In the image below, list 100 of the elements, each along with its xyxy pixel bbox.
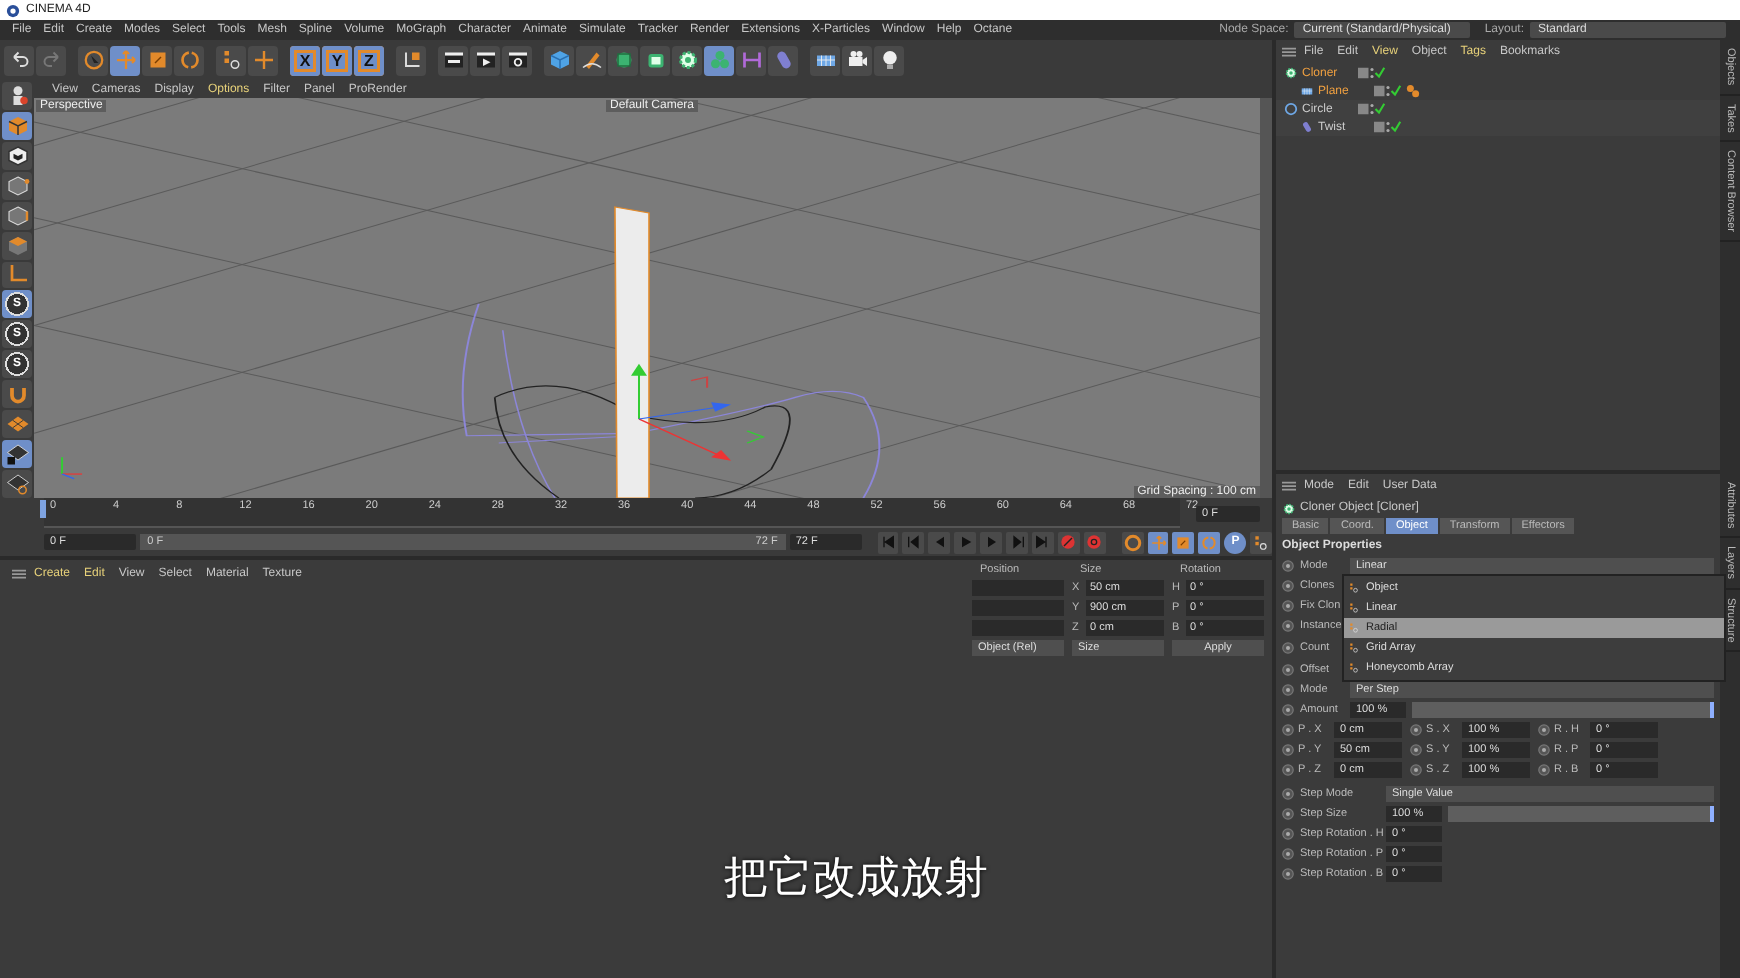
camera-tool-button[interactable]: [842, 45, 872, 75]
coordinates-tool-button[interactable]: [396, 45, 426, 75]
keyframe-dot-icon[interactable]: [1282, 744, 1294, 756]
keyframe-dot-icon[interactable]: [1282, 642, 1294, 654]
capsule-icon: [1300, 120, 1314, 134]
recent-tool-button[interactable]: [216, 45, 246, 75]
subdivision-tool-button[interactable]: [608, 45, 638, 75]
polygons-mode-button[interactable]: [2, 231, 32, 260]
capsule-tool-button[interactable]: [768, 45, 798, 75]
menu-icon[interactable]: [12, 567, 26, 579]
rotate-icon: [1200, 533, 1219, 551]
capsule-icon: [771, 48, 795, 72]
cube-tool-button[interactable]: [544, 45, 574, 75]
keyframe-dot-icon[interactable]: [1538, 764, 1550, 776]
clapperboard-gear-icon: [505, 48, 529, 72]
visibility-toggles-icon[interactable]: [1358, 102, 1386, 116]
magnet-icon: [5, 382, 29, 407]
cube-icon: [547, 48, 571, 72]
grid-lock-icon: [5, 442, 29, 467]
recent-tools-icon: [219, 48, 243, 72]
clapperboard-icon: [441, 48, 465, 72]
move-icon: [1149, 533, 1167, 551]
gear-cube-icon: [1284, 66, 1298, 80]
world-axis-icon: [61, 456, 83, 480]
record-button[interactable]: [1057, 531, 1080, 553]
slider[interactable]: [1448, 806, 1714, 822]
keyframe-dot-icon[interactable]: [1538, 724, 1550, 736]
gear-cube-icon: [675, 48, 699, 72]
menu-icon[interactable]: [1282, 46, 1296, 58]
clapperboard-play-icon: [473, 48, 497, 72]
undo-tool-button[interactable]: [4, 45, 34, 75]
axis-mode-mode-button[interactable]: [2, 261, 32, 289]
rotate-tool-button[interactable]: [174, 45, 204, 75]
visibility-toggles-icon[interactable]: [1374, 84, 1402, 98]
spheres-cluster-icon: [707, 48, 731, 72]
keyframe-dot-icon[interactable]: [1282, 684, 1294, 696]
keyframe-dot-icon[interactable]: [1282, 580, 1294, 592]
menu-icon[interactable]: [1282, 480, 1296, 492]
keyframe-dot-icon[interactable]: [1410, 764, 1422, 776]
extrude-tool-button[interactable]: [640, 45, 670, 75]
floor-grid-icon: [1300, 84, 1314, 98]
record-icon: [1060, 534, 1077, 550]
keyframe-dot-icon[interactable]: [1282, 788, 1294, 800]
keyframe-dot-icon[interactable]: [1282, 848, 1294, 860]
magnet-mode-button[interactable]: [2, 380, 32, 409]
clapper-tool-button[interactable]: [438, 45, 468, 75]
visibility-toggles-icon[interactable]: [1374, 120, 1402, 134]
undo-icon: [7, 48, 31, 72]
keyframe-dot-icon[interactable]: [1282, 704, 1294, 716]
add-tool-button[interactable]: [248, 45, 278, 75]
axis-lock-button[interactable]: X: [290, 45, 320, 75]
keyframe-dot-icon[interactable]: [1410, 724, 1422, 736]
keyframe-dot-icon[interactable]: [1282, 724, 1294, 736]
keyframe-dot-icon[interactable]: [1282, 600, 1294, 612]
grid-mode-button[interactable]: [2, 469, 32, 498]
checker-cube-icon: [5, 143, 29, 168]
tag-icon[interactable]: [1406, 84, 1420, 98]
recent-tools-icon: [1348, 622, 1360, 634]
axis-lock-button[interactable]: Z: [354, 45, 384, 75]
recent-tools-icon: [1348, 662, 1360, 674]
array-tool-button[interactable]: [672, 45, 702, 75]
sphere-cage-icon: [611, 48, 635, 72]
axis-lock-button[interactable]: Y: [322, 45, 352, 75]
texture-mode-button[interactable]: [2, 141, 32, 170]
figure-mode-button[interactable]: [2, 82, 32, 110]
keyframe-dot-icon[interactable]: [1282, 764, 1294, 776]
cloner-tool-button[interactable]: [704, 45, 734, 75]
autokey-button[interactable]: [1083, 531, 1106, 553]
bend-tool-button[interactable]: [736, 45, 766, 75]
points-mode-button[interactable]: [2, 171, 32, 200]
keyframe-dot-icon[interactable]: [1538, 744, 1550, 756]
keyframe-dot-icon[interactable]: [1410, 744, 1422, 756]
key-rotation-button[interactable]: [1121, 531, 1144, 553]
clapper-play-tool-button[interactable]: [470, 45, 500, 75]
next-frame-icon: [983, 534, 1000, 550]
model-mode-button[interactable]: [2, 111, 32, 140]
key-rotate-button[interactable]: [1198, 531, 1221, 553]
keyframe-dot-icon[interactable]: [1282, 664, 1294, 676]
key-position-button[interactable]: [1147, 531, 1169, 553]
visibility-toggles-icon[interactable]: [1358, 66, 1386, 80]
keyframe-dot-icon[interactable]: [1282, 868, 1294, 880]
light-tool-button[interactable]: [874, 45, 904, 75]
move-tool-button[interactable]: [110, 45, 140, 75]
keyframe-dot-icon[interactable]: [1282, 560, 1294, 572]
edges-mode-button[interactable]: [2, 201, 32, 230]
workplane-mode-button[interactable]: [2, 410, 32, 439]
live-select-tool-button[interactable]: [78, 45, 108, 75]
floor-tool-button[interactable]: [810, 45, 840, 75]
pen-tool-button[interactable]: [576, 45, 606, 75]
slider[interactable]: [1412, 702, 1714, 718]
redo-icon: [39, 48, 63, 72]
keyframe-dot-icon[interactable]: [1282, 808, 1294, 820]
keyframe-dot-icon[interactable]: [1282, 620, 1294, 632]
clapper-gear-tool-button[interactable]: [502, 45, 532, 75]
scale-tool-button[interactable]: [142, 45, 172, 75]
keyframe-dot-icon[interactable]: [1282, 828, 1294, 840]
workplane-lock-mode-button[interactable]: [2, 440, 32, 468]
key-points-button[interactable]: [1250, 531, 1273, 553]
cube-polygon-icon: [5, 233, 29, 258]
key-scale-button[interactable]: [1172, 531, 1195, 553]
